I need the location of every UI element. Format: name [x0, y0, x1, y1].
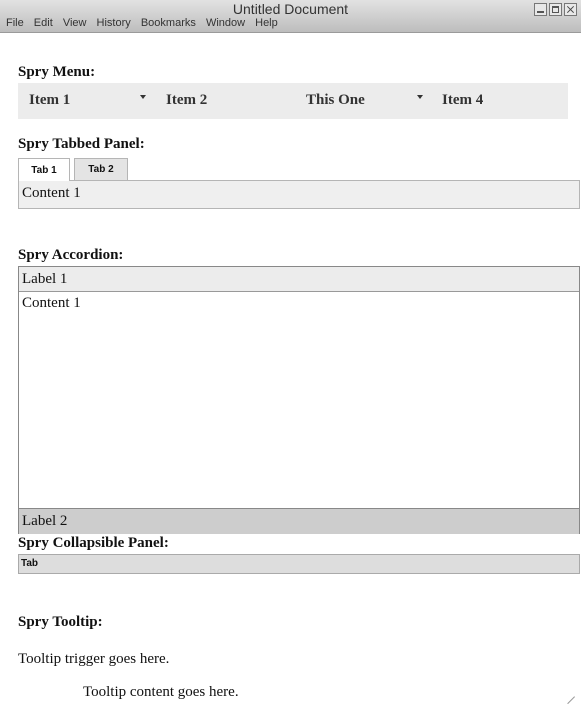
tooltip-trigger[interactable]: Tooltip trigger goes here. — [18, 651, 169, 668]
menu-item-2[interactable]: Item 2 — [166, 92, 207, 109]
menu-file[interactable]: File — [6, 17, 24, 29]
tooltip-content: Tooltip content goes here. — [83, 684, 239, 700]
chevron-down-icon[interactable] — [140, 95, 146, 99]
accordion-label-1[interactable]: Label 1 — [19, 267, 579, 292]
collapsible-panel-tab-label: Tab — [21, 558, 39, 569]
menu-history[interactable]: History — [97, 17, 131, 29]
tab-1[interactable]: Tab 1 — [18, 158, 70, 181]
menu-help[interactable]: Help — [255, 17, 278, 29]
collapsible-panel-heading: Spry Collapsible Panel: — [18, 535, 169, 551]
menu-bar: File Edit View History Bookmarks Window … — [6, 17, 285, 29]
window-title: Untitled Document — [232, 1, 349, 17]
accordion-heading: Spry Accordion: — [18, 247, 124, 263]
accordion-label-2-text: Label 2 — [22, 513, 68, 529]
window-controls — [534, 3, 577, 16]
maximize-icon[interactable] — [549, 3, 562, 16]
resize-grip-icon[interactable] — [567, 689, 575, 697]
menu-edit[interactable]: Edit — [34, 17, 53, 29]
spry-menu-heading: Spry Menu: — [18, 64, 96, 80]
minimize-icon[interactable] — [534, 3, 547, 16]
window-titlebar: Untitled Document File Edit View History… — [0, 0, 581, 33]
tab-content-panel: Content 1 — [18, 180, 580, 209]
tabbed-panel-heading: Spry Tabbed Panel: — [18, 136, 145, 152]
menu-view[interactable]: View — [63, 17, 87, 29]
menu-item-1[interactable]: Item 1 — [29, 92, 70, 109]
menu-item-4[interactable]: Item 4 — [442, 92, 483, 109]
chevron-down-icon[interactable] — [417, 95, 423, 99]
menu-bookmarks[interactable]: Bookmarks — [141, 17, 196, 29]
tab-content-text: Content 1 — [22, 185, 81, 201]
tooltip-heading: Spry Tooltip: — [18, 614, 103, 630]
accordion-content-1: Content 1 — [22, 295, 81, 311]
collapsible-panel-tab[interactable]: Tab — [18, 554, 580, 574]
accordion: Label 1 Content 1 Label 2 — [18, 266, 580, 534]
spry-menu-bar: Item 1 Item 2 This One Item 4 — [18, 83, 568, 119]
menu-window[interactable]: Window — [206, 17, 245, 29]
menu-item-this-one[interactable]: This One — [306, 92, 365, 109]
tab-2[interactable]: Tab 2 — [74, 158, 128, 180]
close-icon[interactable] — [564, 3, 577, 16]
accordion-label-1-text: Label 1 — [22, 271, 68, 287]
accordion-label-2[interactable]: Label 2 — [19, 508, 579, 534]
